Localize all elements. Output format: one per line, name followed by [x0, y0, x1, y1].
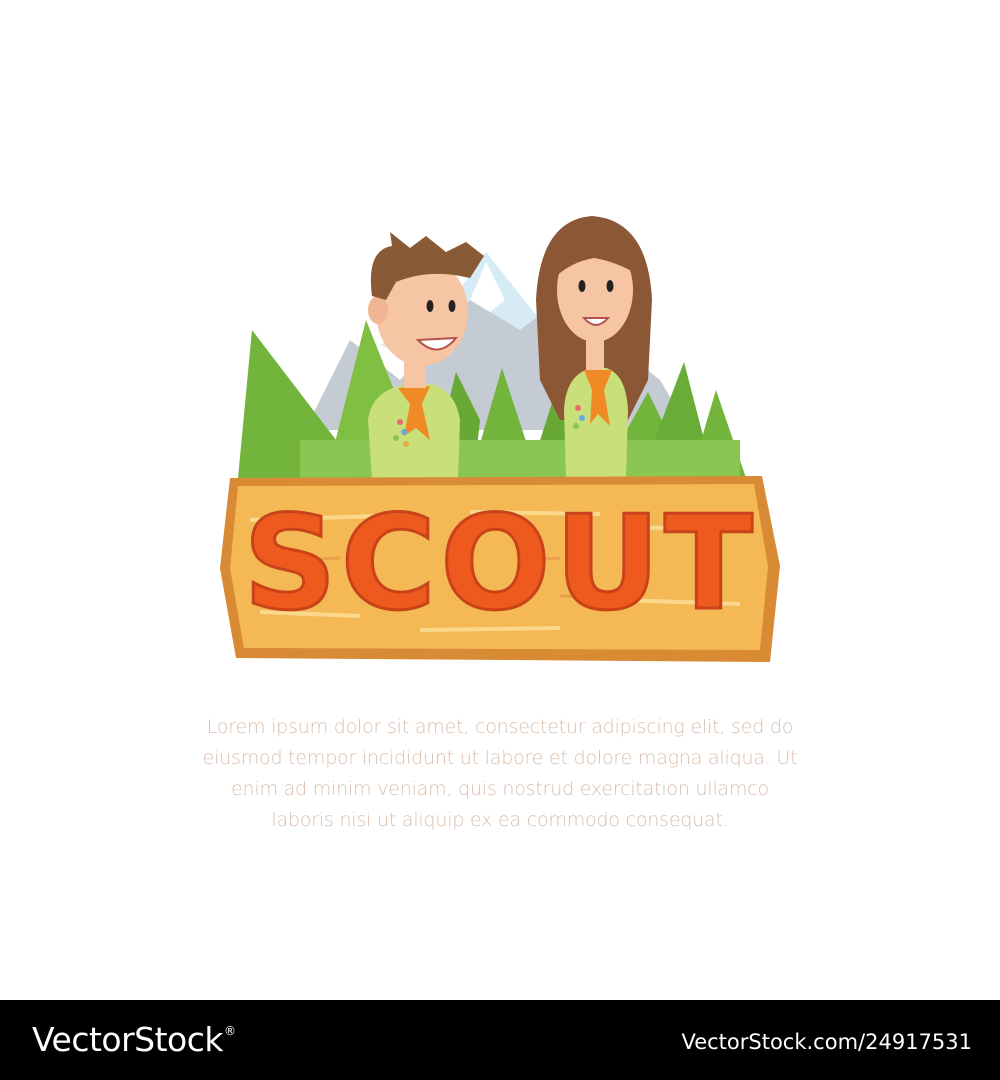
description-line: enim ad minim veniam, quis nostrud exerc…: [231, 778, 769, 800]
watermark-footer: VectorStock® VectorStock.com/24917531: [0, 1000, 1000, 1080]
sign-title-text: SCOUT: [242, 487, 757, 640]
brand-name: VectorStock: [32, 1020, 224, 1059]
registered-mark: ®: [224, 1024, 236, 1038]
illustration-canvas: SCOUT Lorem ipsum dolor sit amet, consec…: [0, 0, 1000, 1000]
description-line: Lorem ipsum dolor sit amet, consectetur …: [206, 716, 794, 738]
description-line: eiusmod tempor incididunt ut labore et d…: [202, 747, 798, 769]
brand-logo: VectorStock®: [32, 1020, 236, 1059]
image-id-label: VectorStock.com/24917531: [681, 1030, 972, 1054]
description-line: laboris nisi ut aliquip ex ea commodo co…: [271, 809, 729, 831]
sign-title: SCOUT: [240, 487, 760, 640]
description-text: Lorem ipsum dolor sit amet, consectetur …: [150, 712, 850, 836]
